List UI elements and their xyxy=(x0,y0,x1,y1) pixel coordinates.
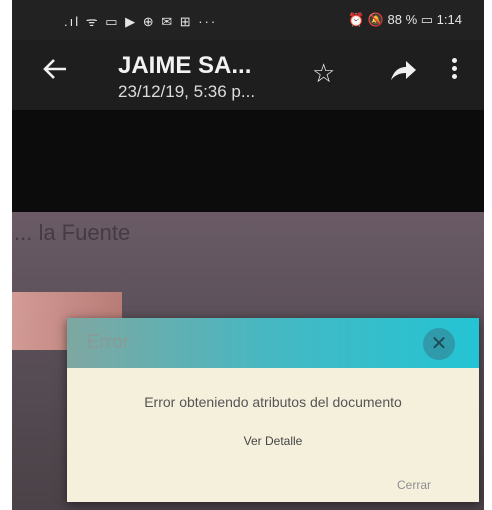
photographed-screen: ... la Fuente Error ✕ Error obteniendo a… xyxy=(12,212,484,510)
share-icon[interactable] xyxy=(388,58,418,84)
star-icon[interactable]: ☆ xyxy=(312,58,335,89)
error-dialog: Error ✕ Error obteniendo atributos del d… xyxy=(67,318,479,502)
image-top-black-band xyxy=(12,110,484,212)
app-bar: JAIME SA... 23/12/19, 5:36 p... ☆ xyxy=(12,40,484,110)
status-bar: .ıl ᯤ ▭ ▶ ⊕ ✉ ⊞ ··· ⏰ 🔕 88 % ▭ 1:14 xyxy=(12,0,484,40)
status-right-info: ⏰ 🔕 88 % ▭ 1:14 xyxy=(347,12,462,27)
background-heading: ... la Fuente xyxy=(14,220,131,245)
more-vert-icon[interactable] xyxy=(452,58,458,82)
phone-screen: .ıl ᯤ ▭ ▶ ⊕ ✉ ⊞ ··· ⏰ 🔕 88 % ▭ 1:14 JAIM… xyxy=(12,0,484,510)
close-button[interactable]: Cerrar xyxy=(397,478,431,492)
conversation-header[interactable]: JAIME SA... 23/12/19, 5:36 p... xyxy=(118,52,255,102)
dialog-title: Error xyxy=(87,332,130,353)
status-left-icons: .ıl ᯤ ▭ ▶ ⊕ ✉ ⊞ ··· xyxy=(64,14,218,29)
dialog-message: Error obteniendo atributos del documento xyxy=(144,394,402,410)
close-icon[interactable]: ✕ xyxy=(423,328,455,360)
view-detail-link[interactable]: Ver Detalle xyxy=(67,434,479,448)
message-timestamp: 23/12/19, 5:36 p... xyxy=(118,82,256,101)
dialog-header: Error ✕ xyxy=(67,318,479,368)
back-arrow-icon[interactable] xyxy=(42,56,68,87)
contact-name: JAIME SA... xyxy=(118,52,252,79)
